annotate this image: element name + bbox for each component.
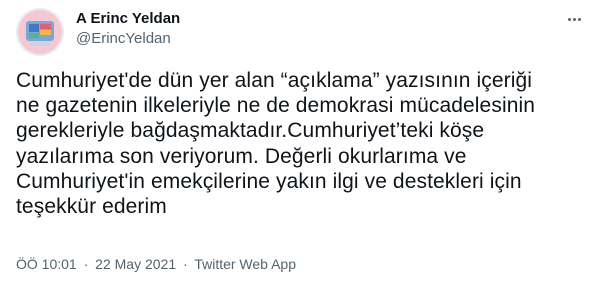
tweet-meta: ÖÖ 10:01 · 22 May 2021 · Twitter Web App: [16, 255, 296, 273]
author-name[interactable]: A Erinc Yeldan: [76, 10, 180, 28]
meta-separator: ·: [83, 256, 89, 272]
tweet-date[interactable]: 22 May 2021: [95, 256, 176, 272]
more-options-icon[interactable]: [563, 8, 585, 30]
tweet-card: A Erinc Yeldan @ErincYeldan Cumhuriyet'd…: [0, 0, 599, 287]
avatar[interactable]: [16, 8, 64, 56]
tweet-text: Cumhuriyet'de dün yer alan “açıklama” ya…: [16, 69, 536, 219]
meta-separator: ·: [183, 256, 188, 272]
tweet-source[interactable]: Twitter Web App: [194, 256, 296, 272]
avatar-image: [16, 8, 64, 56]
tweet-time[interactable]: ÖÖ 10:01: [16, 256, 77, 272]
author-handle[interactable]: @ErincYeldan: [76, 30, 171, 48]
